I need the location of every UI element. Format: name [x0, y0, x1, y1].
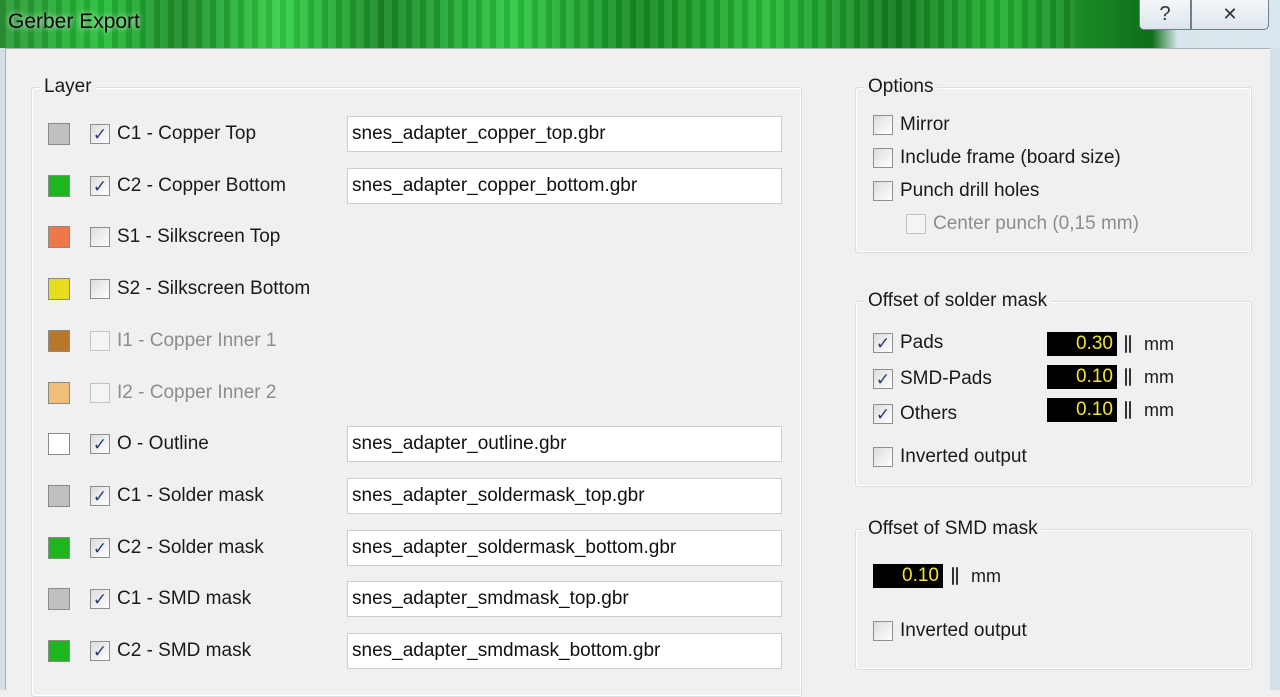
- smd-mask-inverted-checkbox[interactable]: [873, 621, 893, 641]
- smd-pads-offset-unit: mm: [1144, 367, 1174, 387]
- layer-color-swatch: [48, 330, 70, 352]
- window-title: Gerber Export: [8, 10, 140, 33]
- pads-offset-field[interactable]: 0.30: [1047, 332, 1117, 356]
- layer-label[interactable]: C2 - Solder mask: [117, 537, 264, 559]
- layer-color-swatch: [48, 485, 70, 507]
- checkmark-icon: ✓: [92, 176, 108, 196]
- include-frame-checkbox[interactable]: [873, 148, 893, 168]
- checkmark-icon: ✓: [875, 333, 891, 353]
- others-offset-unit: mm: [1144, 400, 1174, 420]
- smd-mask-inverted-label[interactable]: Inverted output: [900, 620, 1027, 642]
- layer-color-swatch: [48, 175, 70, 197]
- center-punch-checkbox: [906, 214, 926, 234]
- layer-label[interactable]: C2 - SMD mask: [117, 640, 251, 662]
- layer-color-swatch: [48, 433, 70, 455]
- layer-checkbox[interactable]: ✓: [90, 538, 110, 558]
- window-frame-right: [1270, 48, 1280, 690]
- layer-checkbox[interactable]: ✓: [90, 124, 110, 144]
- others-checkbox[interactable]: ✓: [873, 404, 893, 424]
- layer-checkbox[interactable]: ✓: [90, 176, 110, 196]
- checkmark-icon: ✓: [875, 369, 891, 389]
- mirror-checkbox[interactable]: [873, 115, 893, 135]
- smd-mask-offset-group: Offset of SMD mask: [855, 518, 1252, 670]
- layer-checkbox[interactable]: ✓: [90, 434, 110, 454]
- others-offset-spinner[interactable]: [1124, 399, 1132, 421]
- smd-pads-label[interactable]: SMD-Pads: [900, 368, 992, 390]
- layer-label[interactable]: O - Outline: [117, 433, 209, 455]
- title-bar[interactable]: Gerber Export ? ✕: [0, 0, 1280, 48]
- layer-checkbox[interactable]: [90, 279, 110, 299]
- smd-mask-offset-spinner[interactable]: [951, 565, 959, 587]
- layer-color-swatch: [48, 278, 70, 300]
- mirror-label[interactable]: Mirror: [900, 114, 950, 136]
- smd-mask-offset-legend: Offset of SMD mask: [864, 518, 1042, 540]
- layer-color-swatch: [48, 588, 70, 610]
- layer-label[interactable]: C2 - Copper Bottom: [117, 175, 286, 197]
- options-group-legend: Options: [864, 76, 938, 98]
- layer-checkbox[interactable]: ✓: [90, 486, 110, 506]
- checkmark-icon: ✓: [92, 589, 108, 609]
- checkmark-icon: ✓: [875, 404, 891, 424]
- layer-filename-input[interactable]: snes_adapter_outline.gbr: [347, 426, 782, 462]
- smd-pads-offset-field[interactable]: 0.10: [1047, 365, 1117, 389]
- help-button[interactable]: ?: [1139, 0, 1191, 30]
- smd-pads-checkbox[interactable]: ✓: [873, 369, 893, 389]
- solder-mask-inverted-checkbox[interactable]: [873, 447, 893, 467]
- punch-drill-holes-checkbox[interactable]: [873, 181, 893, 201]
- layer-label[interactable]: C1 - Solder mask: [117, 485, 264, 507]
- checkmark-icon: ✓: [92, 124, 108, 144]
- layer-color-swatch: [48, 226, 70, 248]
- checkmark-icon: ✓: [92, 641, 108, 661]
- layer-label[interactable]: C1 - Copper Top: [117, 123, 256, 145]
- layer-group-legend: Layer: [40, 76, 96, 98]
- pads-offset-spinner[interactable]: [1124, 333, 1132, 355]
- layer-filename-input[interactable]: snes_adapter_copper_top.gbr: [347, 116, 782, 152]
- center-punch-label: Center punch (0,15 mm): [933, 213, 1139, 234]
- smd-mask-offset-field[interactable]: 0.10: [873, 564, 943, 588]
- pads-checkbox[interactable]: ✓: [873, 333, 893, 353]
- layer-label: I1 - Copper Inner 1: [117, 330, 277, 351]
- layer-checkbox: [90, 331, 110, 351]
- layer-color-swatch: [48, 382, 70, 404]
- solder-mask-inverted-label[interactable]: Inverted output: [900, 446, 1027, 468]
- layer-label[interactable]: S2 - Silkscreen Bottom: [117, 278, 310, 300]
- others-label[interactable]: Others: [900, 403, 957, 425]
- layer-checkbox[interactable]: ✓: [90, 589, 110, 609]
- checkmark-icon: ✓: [92, 538, 108, 558]
- close-button[interactable]: ✕: [1191, 0, 1269, 30]
- layer-checkbox: [90, 383, 110, 403]
- layer-filename-input[interactable]: snes_adapter_smdmask_bottom.gbr: [347, 633, 782, 669]
- layer-label: I2 - Copper Inner 2: [117, 382, 277, 403]
- smd-mask-offset-unit: mm: [971, 566, 1001, 586]
- layer-checkbox[interactable]: [90, 227, 110, 247]
- smd-pads-offset-spinner[interactable]: [1124, 366, 1132, 388]
- checkmark-icon: ✓: [92, 486, 108, 506]
- others-offset-field[interactable]: 0.10: [1047, 398, 1117, 422]
- layer-color-swatch: [48, 640, 70, 662]
- layer-filename-input[interactable]: snes_adapter_smdmask_top.gbr: [347, 581, 782, 617]
- help-icon: ?: [1159, 3, 1171, 25]
- pads-offset-unit: mm: [1144, 334, 1174, 354]
- layer-label[interactable]: S1 - Silkscreen Top: [117, 226, 280, 248]
- layer-checkbox[interactable]: ✓: [90, 641, 110, 661]
- layer-filename-input[interactable]: snes_adapter_soldermask_top.gbr: [347, 478, 782, 514]
- layer-color-swatch: [48, 537, 70, 559]
- pads-label[interactable]: Pads: [900, 332, 943, 354]
- punch-drill-holes-label[interactable]: Punch drill holes: [900, 180, 1039, 202]
- layer-label[interactable]: C1 - SMD mask: [117, 588, 251, 610]
- close-icon: ✕: [1222, 4, 1238, 24]
- layer-filename-input[interactable]: snes_adapter_soldermask_bottom.gbr: [347, 530, 782, 566]
- layer-color-swatch: [48, 123, 70, 145]
- solder-mask-offset-legend: Offset of solder mask: [864, 290, 1052, 312]
- checkmark-icon: ✓: [92, 434, 108, 454]
- layer-filename-input[interactable]: snes_adapter_copper_bottom.gbr: [347, 168, 782, 204]
- include-frame-label[interactable]: Include frame (board size): [900, 147, 1121, 169]
